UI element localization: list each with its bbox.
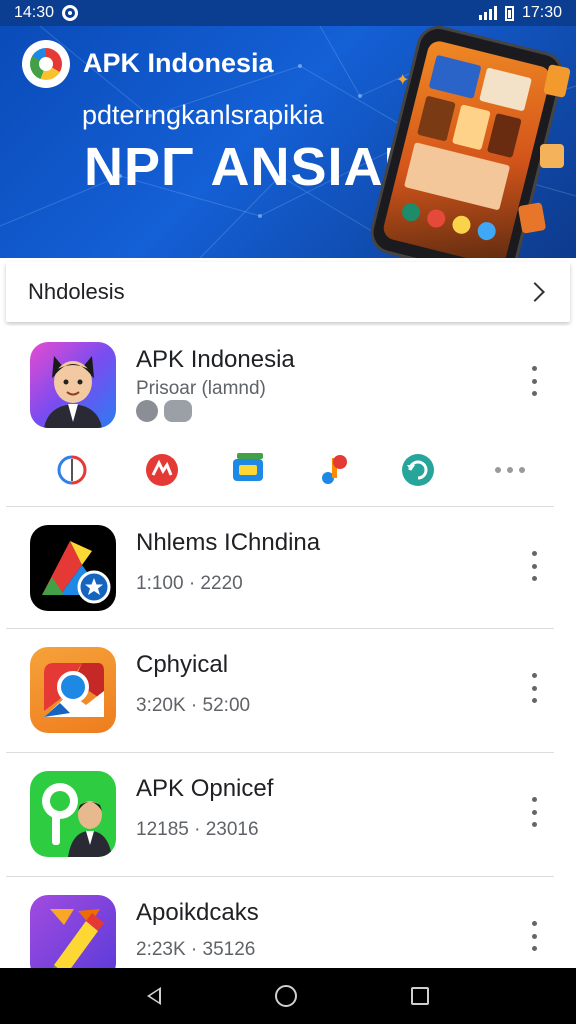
more-icon[interactable] <box>490 450 530 490</box>
app-meta: 2:23K · 35126 <box>136 939 256 960</box>
avatar-app-icon <box>30 342 116 428</box>
featured-app-row[interactable]: APK Indonesia Prisoar (lamnd) <box>6 326 570 507</box>
cast-icon[interactable] <box>228 450 268 490</box>
maps-icon <box>30 525 116 611</box>
battery-time: 17:30 <box>521 4 562 21</box>
sparkle-icon: ✦ <box>396 72 410 89</box>
chrome-icon <box>30 647 116 733</box>
app-title: Nhlems IChndina <box>136 529 321 556</box>
more-options-icon[interactable] <box>526 921 542 951</box>
app-title: Cphyical <box>136 651 229 678</box>
app-meta: 1:100 · 2220 <box>136 573 243 594</box>
banner-brand-name: APK Indonesia <box>83 48 274 78</box>
app-title: Apoikdcaks <box>136 899 259 926</box>
list-item[interactable]: Apoikdcaks 2:23K · 35126 <box>6 877 570 968</box>
list-item[interactable]: APK Opnicef 12185 · 23016 <box>6 753 570 877</box>
pencil-app-icon <box>30 895 116 968</box>
banner-subtitle: pdterıngkanlsrapikia <box>82 100 324 130</box>
category-header[interactable]: Nhdolesis <box>6 262 570 322</box>
app-list: APK Indonesia Prisoar (lamnd) Nhlems ICh… <box>6 326 570 968</box>
category-title: Nhdolesis <box>28 279 125 304</box>
status-right: 17:30 <box>478 4 562 22</box>
person-app-icon <box>30 771 116 857</box>
banner-headline: NPΓ ANSIAK <box>84 137 424 197</box>
app-subtitle: Prisoar (lamnd) <box>136 378 266 399</box>
more-options-icon[interactable] <box>526 797 542 827</box>
more-options-icon[interactable] <box>526 551 542 581</box>
app-badges <box>136 400 192 422</box>
badge-icon <box>164 400 192 422</box>
home-icon[interactable] <box>275 985 297 1007</box>
sync-icon <box>62 5 79 21</box>
status-bar: 14:30 17:30 <box>0 0 576 26</box>
clock: 14:30 <box>14 4 55 21</box>
brand-red-icon[interactable] <box>142 450 182 490</box>
refresh-icon[interactable] <box>398 450 438 490</box>
app-title: APK Opnicef <box>136 775 274 802</box>
status-left: 14:30 <box>14 4 79 22</box>
floating-tile-icon <box>540 144 564 168</box>
pinterest-icon[interactable] <box>52 450 92 490</box>
list-item[interactable]: Cphyical 3:20K · 52:00 <box>6 629 570 753</box>
back-icon[interactable] <box>147 987 161 1005</box>
badge-icon <box>136 400 158 422</box>
more-options-icon[interactable] <box>526 366 542 396</box>
floating-tile-icon <box>517 202 547 234</box>
share-row <box>6 444 570 496</box>
list-item[interactable]: Nhlems IChndina 1:100 · 2220 <box>6 507 570 629</box>
battery-icon <box>504 5 514 21</box>
chevron-right-icon[interactable] <box>525 282 545 302</box>
app-title: APK Indonesia <box>136 346 295 373</box>
app-meta: 3:20K · 52:00 <box>136 695 251 716</box>
system-nav-bar <box>0 968 576 1024</box>
music-note-icon[interactable] <box>314 450 354 490</box>
recent-apps-icon[interactable] <box>411 987 429 1005</box>
app-meta: 12185 · 23016 <box>136 819 259 840</box>
signal-icon <box>478 6 497 20</box>
promo-banner[interactable]: APK Indonesia pdterıngkanlsrapikia NPΓ A… <box>0 26 576 258</box>
more-options-icon[interactable] <box>526 673 542 703</box>
brand-logo-icon <box>22 40 70 88</box>
